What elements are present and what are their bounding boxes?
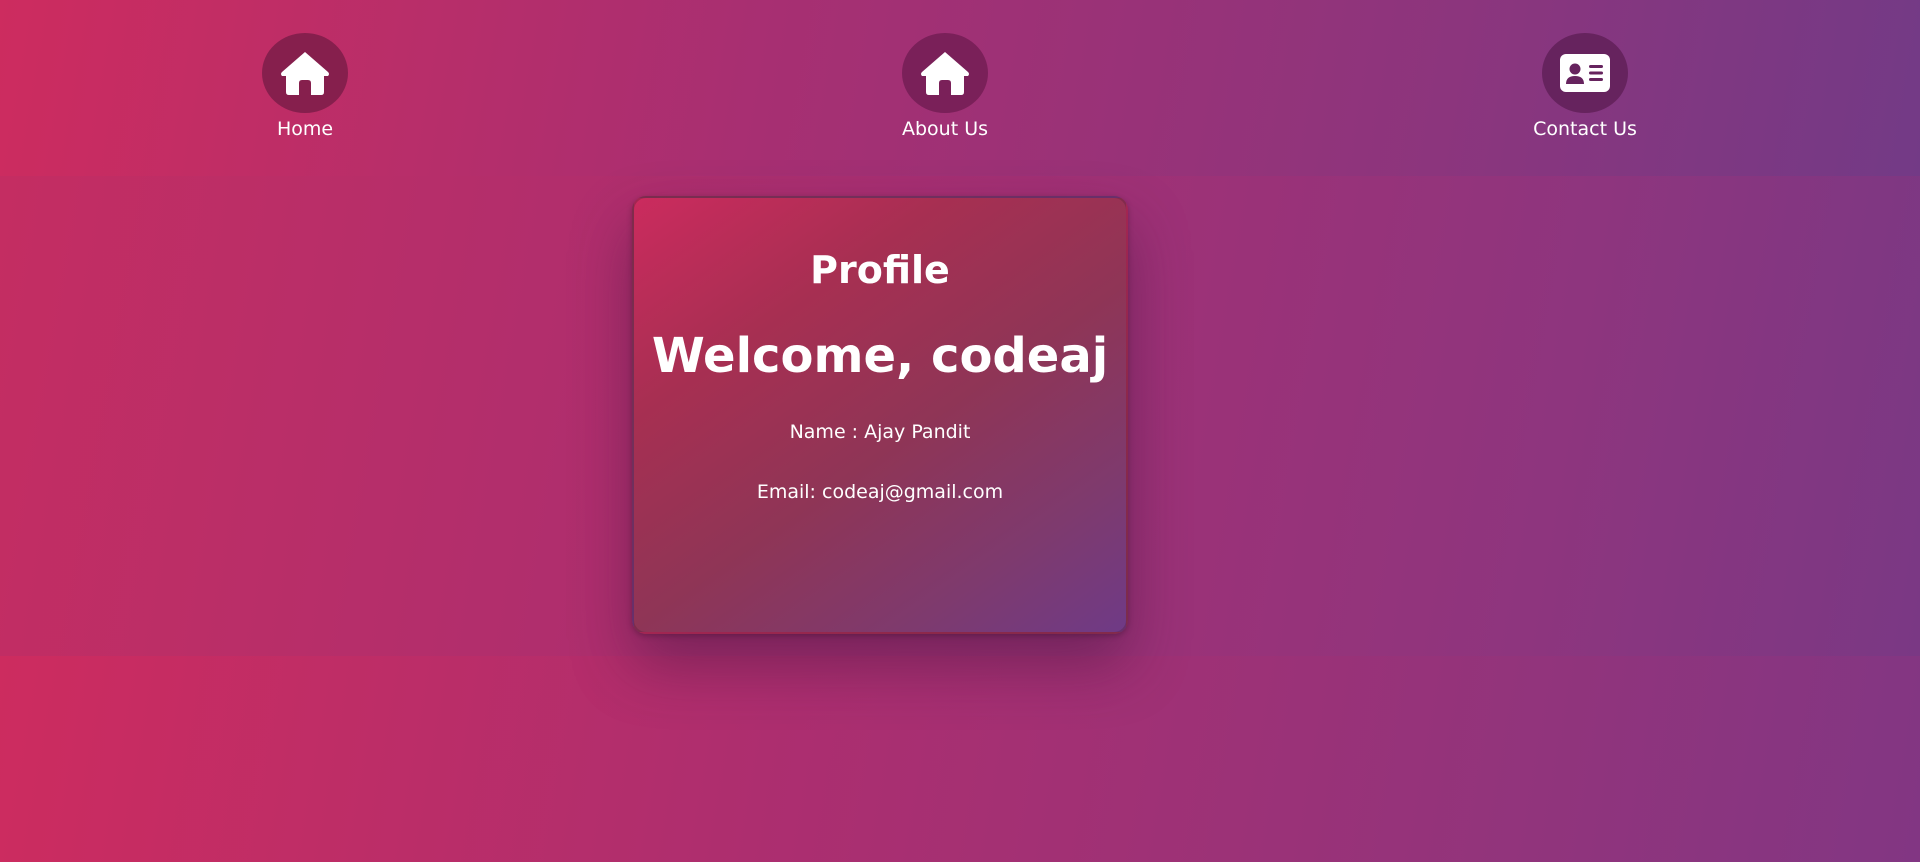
nav-about-us[interactable]: About Us [845,33,1045,141]
page: Home About Us Contact Us Profile Welcome… [0,0,1920,862]
nav-contact-label[interactable]: Contact Us [1533,117,1637,141]
home-icon [921,52,969,95]
profile-title: Profile [810,248,950,292]
welcome-heading: Welcome, codeaj [651,328,1109,384]
contact-card-icon [1560,54,1610,92]
footer-band [0,656,1920,862]
nav-home[interactable]: Home [205,33,405,141]
nav-home-label[interactable]: Home [277,117,333,141]
nav-contact-circle[interactable] [1542,33,1628,113]
profile-card: Profile Welcome, codeaj Name : Ajay Pand… [632,196,1128,634]
nav-contact-us[interactable]: Contact Us [1485,33,1685,141]
nav-home-circle[interactable] [262,33,348,113]
nav-about-circle[interactable] [902,33,988,113]
profile-email: Email: codeaj@gmail.com [756,481,1004,503]
profile-name: Name : Ajay Pandit [789,421,971,443]
home-icon [281,52,329,95]
nav-about-label[interactable]: About Us [902,117,988,141]
